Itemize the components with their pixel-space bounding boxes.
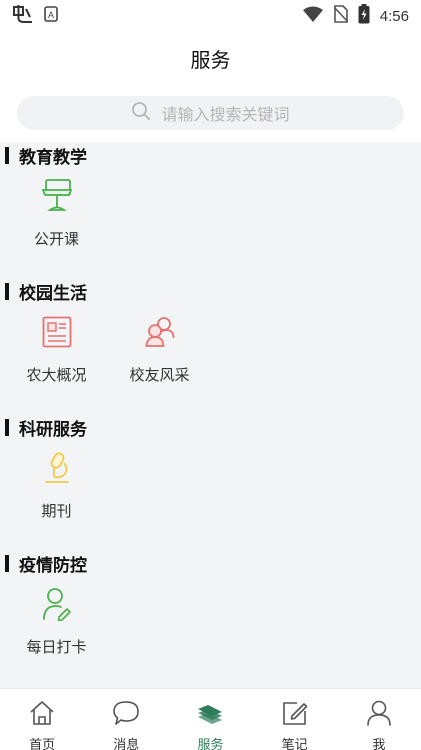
layers-icon (196, 699, 224, 731)
nav-label: 我 (372, 738, 386, 750)
section-marker (5, 418, 9, 436)
chat-bubble-icon (112, 699, 140, 731)
section-epidemic-control: 疫情防控 每日打卡 (0, 550, 421, 680)
tile-university-overview[interactable]: 农大概况 (5, 314, 108, 385)
section-campus-life: 校园生活 农大概况 校友风采 (0, 278, 421, 406)
nav-label: 笔记 (281, 738, 308, 750)
status-bar: A 4:56 (0, 0, 421, 32)
user-edit-icon (40, 586, 74, 622)
nav-label: 服务 (197, 738, 224, 750)
svg-text:A: A (48, 10, 54, 20)
section-title: 教育教学 (19, 147, 87, 168)
search-icon (131, 101, 151, 125)
nav-item-notes[interactable]: 笔记 (253, 689, 337, 750)
note-edit-icon (281, 699, 309, 731)
section-marker (5, 554, 9, 572)
nav-label: 首页 (29, 738, 56, 750)
section-marker (5, 282, 9, 300)
section-title: 科研服务 (19, 419, 87, 440)
no-sim-icon (333, 5, 349, 27)
tile-open-course[interactable]: 公开课 (5, 178, 108, 249)
tile-daily-checkin[interactable]: 每日打卡 (5, 586, 108, 657)
battery-charging-icon (358, 4, 370, 28)
wifi-icon (302, 6, 324, 26)
nav-item-me[interactable]: 我 (337, 689, 421, 750)
nav-item-messages[interactable]: 消息 (84, 689, 168, 750)
tile-alumni[interactable]: 校友风采 (108, 314, 211, 385)
bottom-nav: 首页 消息 服务 笔记 我 (0, 688, 421, 750)
users-icon (143, 314, 177, 350)
nav-item-services[interactable]: 服务 (168, 689, 252, 750)
section-education: 教育教学 公开课 (0, 142, 421, 270)
section-title: 校园生活 (19, 283, 87, 304)
tile-label: 校友风采 (129, 366, 190, 384)
microscope-icon (40, 450, 74, 486)
search-input[interactable]: 请输入搜索关键词 (17, 96, 404, 130)
section-header: 教育教学 (0, 142, 421, 168)
nav-label: 消息 (113, 738, 140, 750)
search-placeholder: 请输入搜索关键词 (161, 105, 290, 124)
tile-label: 每日打卡 (26, 638, 87, 656)
tile-label: 公开课 (33, 230, 79, 248)
newspaper-icon (40, 314, 74, 350)
home-icon (28, 699, 56, 731)
page-header: 服务 (0, 32, 421, 84)
tile-label: 期刊 (41, 502, 72, 520)
section-research: 科研服务 期刊 (0, 414, 421, 542)
page-title: 服务 (190, 47, 231, 72)
section-header: 疫情防控 (0, 550, 421, 576)
section-title: 疫情防控 (19, 555, 87, 576)
user-icon (365, 699, 393, 731)
lectern-icon (40, 178, 74, 214)
section-marker (5, 146, 9, 164)
tile-label: 农大概况 (26, 366, 87, 384)
nav-item-home[interactable]: 首页 (0, 689, 84, 750)
app-icon (12, 5, 34, 27)
a-notification-icon: A (44, 6, 58, 26)
section-header: 科研服务 (0, 414, 421, 440)
search-area: 请输入搜索关键词 (0, 84, 421, 142)
tile-journal[interactable]: 期刊 (5, 450, 108, 521)
section-header: 校园生活 (0, 278, 421, 304)
status-time: 4:56 (379, 7, 409, 25)
